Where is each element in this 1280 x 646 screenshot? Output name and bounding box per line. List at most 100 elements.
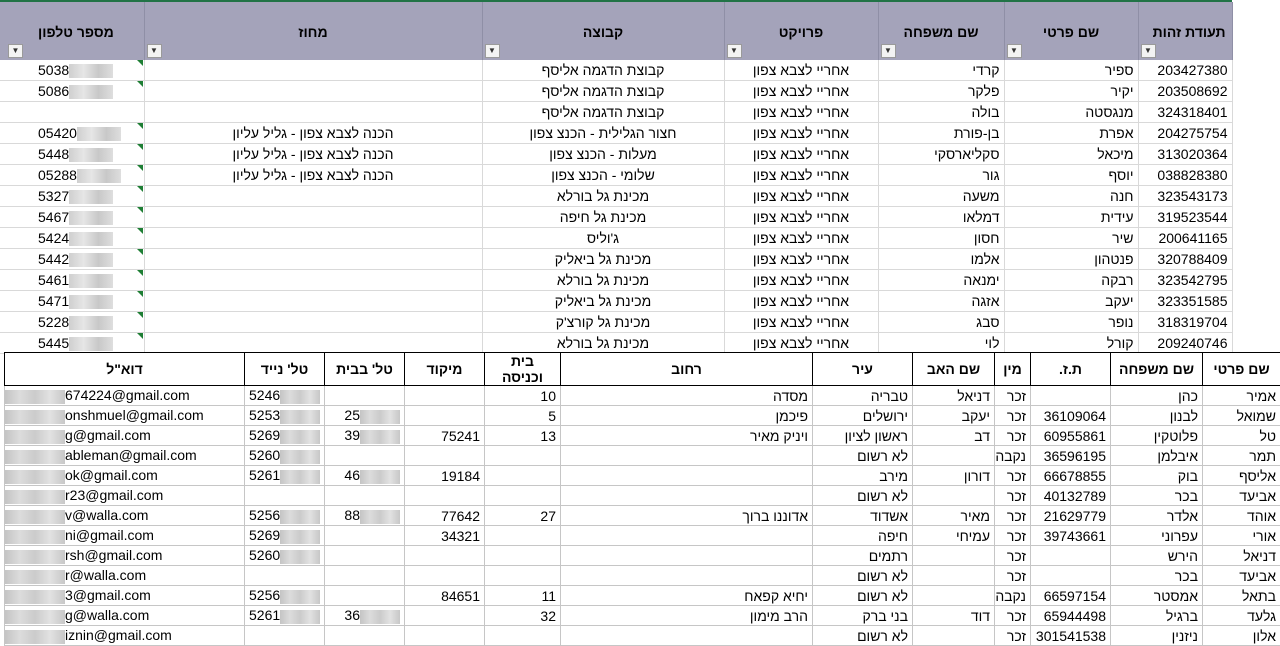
cell-group[interactable]: מעלות - הכנצ צפון	[482, 144, 724, 165]
cell-mobile[interactable]: 5269	[245, 426, 325, 446]
cell-gender[interactable]: זכר	[995, 426, 1031, 446]
cell-district[interactable]: הכנה לצבא צפון - גליל עליון	[144, 123, 482, 144]
cell-first-name[interactable]: דניאל	[1203, 546, 1280, 566]
cell-city[interactable]: לא רשום	[813, 486, 913, 506]
cell-street[interactable]: הרב מימון	[561, 606, 813, 626]
cell-house[interactable]: 13	[485, 426, 561, 446]
cell-first-name[interactable]: בתאל	[1203, 586, 1280, 606]
cell-phone[interactable]: 5327	[0, 186, 144, 207]
header-street[interactable]: רחוב	[561, 353, 813, 386]
cell-last-name[interactable]: גור	[878, 165, 1004, 186]
cell-last-name[interactable]: אלמו	[878, 249, 1004, 270]
cell-project[interactable]: אחריי לצבא צפון	[724, 102, 878, 123]
cell-district[interactable]	[144, 249, 482, 270]
dropdown-arrow-icon[interactable]: ▼	[485, 44, 500, 58]
header-city[interactable]: עיר	[813, 353, 913, 386]
cell-zip[interactable]: 19184	[405, 466, 485, 486]
cell-house[interactable]: 27	[485, 506, 561, 526]
cell-city[interactable]: לא רשום	[813, 446, 913, 466]
cell-mobile[interactable]: 5253	[245, 406, 325, 426]
cell-id[interactable]: 323542795	[1138, 270, 1232, 291]
cell-last-name[interactable]: סבג	[878, 312, 1004, 333]
cell-home-phone[interactable]: 88	[325, 506, 405, 526]
cell-id[interactable]: 209240746	[1138, 333, 1232, 354]
header-gender[interactable]: מין	[995, 353, 1031, 386]
cell-email[interactable]: ok@gmail.com	[5, 466, 245, 486]
cell-city[interactable]: לא רשום	[813, 586, 913, 606]
cell-first-name[interactable]: רבקה	[1004, 270, 1138, 291]
cell-first-name[interactable]: אמיר	[1203, 386, 1280, 406]
cell-house[interactable]	[485, 566, 561, 586]
cell-group[interactable]: קבוצת הדגמה אליסף	[482, 81, 724, 102]
cell-phone[interactable]: 5467	[0, 207, 144, 228]
cell-street[interactable]	[561, 546, 813, 566]
cell-last-name[interactable]: עפרוני	[1111, 526, 1203, 546]
cell-gender[interactable]: זכר	[995, 566, 1031, 586]
cell-father[interactable]	[913, 446, 995, 466]
cell-last-name[interactable]: חסון	[878, 228, 1004, 249]
cell-phone[interactable]: 5228	[0, 312, 144, 333]
cell-tz[interactable]: 39743661	[1031, 526, 1111, 546]
cell-tz[interactable]: 21629779	[1031, 506, 1111, 526]
cell-last-name[interactable]: בכר	[1111, 566, 1203, 586]
cell-first-name[interactable]: יעקב	[1004, 291, 1138, 312]
cell-first-name[interactable]: תמר	[1203, 446, 1280, 466]
cell-id[interactable]: 204275754	[1138, 123, 1232, 144]
cell-home-phone[interactable]	[325, 526, 405, 546]
cell-email[interactable]: g@walla.com	[5, 606, 245, 626]
cell-phone[interactable]: 5442	[0, 249, 144, 270]
cell-phone[interactable]: 5424	[0, 228, 144, 249]
cell-district[interactable]	[144, 333, 482, 354]
cell-gender[interactable]: זכר	[995, 386, 1031, 406]
header-zip[interactable]: מיקוד	[405, 353, 485, 386]
cell-home-phone[interactable]	[325, 626, 405, 646]
cell-last-name[interactable]: משעה	[878, 186, 1004, 207]
cell-first-name[interactable]: פנטהון	[1004, 249, 1138, 270]
cell-phone[interactable]: 5461	[0, 270, 144, 291]
cell-district[interactable]	[144, 207, 482, 228]
cell-home-phone[interactable]: 25	[325, 406, 405, 426]
cell-group[interactable]: מכינת גל בורלא	[482, 270, 724, 291]
dropdown-arrow-icon[interactable]: ▼	[881, 44, 896, 58]
cell-city[interactable]: מירב	[813, 466, 913, 486]
cell-city[interactable]: לא רשום	[813, 566, 913, 586]
cell-group[interactable]: מכינת גל ביאליק	[482, 291, 724, 312]
cell-last-name[interactable]: לבנון	[1111, 406, 1203, 426]
cell-first-name[interactable]: חנה	[1004, 186, 1138, 207]
cell-group[interactable]: קבוצת הדגמה אליסף	[482, 102, 724, 123]
cell-street[interactable]	[561, 566, 813, 586]
cell-home-phone[interactable]	[325, 586, 405, 606]
cell-tz[interactable]	[1031, 566, 1111, 586]
cell-district[interactable]	[144, 228, 482, 249]
cell-last-name[interactable]: פלקר	[878, 81, 1004, 102]
cell-zip[interactable]	[405, 386, 485, 406]
cell-first-name[interactable]: אורי	[1203, 526, 1280, 546]
cell-last-name[interactable]: בן-פורת	[878, 123, 1004, 144]
cell-city[interactable]: לא רשום	[813, 626, 913, 646]
cell-father[interactable]: מאיר	[913, 506, 995, 526]
header-last[interactable]: שם משפחה ▼	[878, 2, 1004, 60]
cell-project[interactable]: אחריי לצבא צפון	[724, 144, 878, 165]
cell-father[interactable]: דניאל	[913, 386, 995, 406]
cell-last-name[interactable]: אמסטר	[1111, 586, 1203, 606]
cell-home-phone[interactable]: 39	[325, 426, 405, 446]
cell-zip[interactable]: 34321	[405, 526, 485, 546]
cell-street[interactable]	[561, 486, 813, 506]
header-house[interactable]: בית וכניסה	[485, 353, 561, 386]
cell-zip[interactable]	[405, 606, 485, 626]
cell-phone[interactable]: 05288	[0, 165, 144, 186]
cell-district[interactable]	[144, 186, 482, 207]
cell-house[interactable]	[485, 626, 561, 646]
cell-first-name[interactable]: אביעד	[1203, 486, 1280, 506]
header-id[interactable]: תעודת זהות ▼	[1138, 2, 1232, 60]
cell-gender[interactable]: נקבה	[995, 586, 1031, 606]
cell-zip[interactable]	[405, 486, 485, 506]
cell-street[interactable]: מסדה	[561, 386, 813, 406]
cell-email[interactable]: onshmuel@gmail.com	[5, 406, 245, 426]
cell-group[interactable]: חצור הגלילית - הכנצ צפון	[482, 123, 724, 144]
cell-home-phone[interactable]: 36	[325, 606, 405, 626]
cell-street[interactable]: אדוננו ברוך	[561, 506, 813, 526]
cell-tz[interactable]	[1031, 386, 1111, 406]
cell-district[interactable]	[144, 291, 482, 312]
cell-first-name[interactable]: מנגסטה	[1004, 102, 1138, 123]
